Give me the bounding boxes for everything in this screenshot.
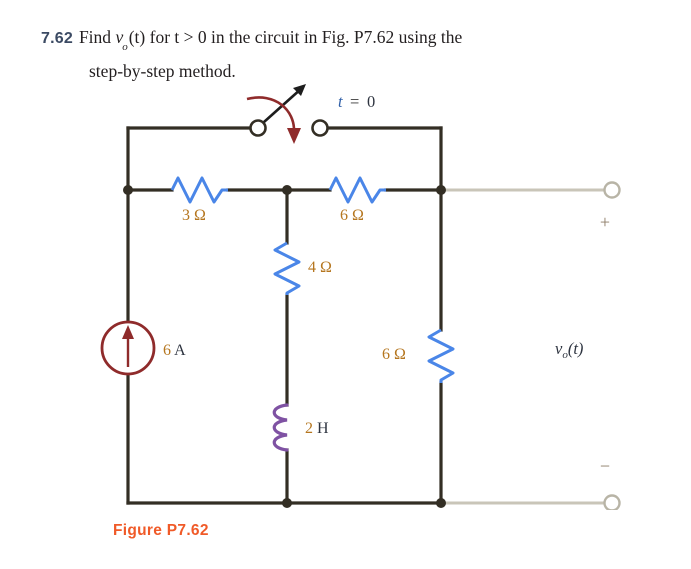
inductor-2-h-symbol (272, 403, 289, 452)
switch-label-t: t (338, 92, 343, 111)
figure-caption: Figure P7.62 (113, 522, 209, 539)
switch-label-equals: = (350, 92, 359, 111)
output-terminal-bottom (603, 494, 621, 510)
output-terminal-top (603, 181, 621, 199)
inductor-2-h: 2 H (272, 403, 329, 452)
resistor-4-ohm: 4 Ω (273, 241, 332, 295)
node-right-bottom (436, 498, 446, 508)
output-voltage-annotations: + − vo(t) (555, 212, 610, 476)
output-minus-sign: − (600, 456, 610, 476)
output-terminal-wires (441, 181, 621, 510)
circuit-diagram: t = 0 3 Ω 6 Ω 4 Ω 6 Ω 2 H 6 A + − vo(t) (0, 80, 691, 510)
inductor-2-h-label: 2 H (305, 420, 329, 437)
problem-line-1: 7.62 Find vo(t) for t > 0 in the circuit … (41, 24, 641, 58)
node-right-top (436, 185, 446, 195)
node-left-top (123, 185, 133, 195)
resistor-6-ohm-shunt-symbol (427, 328, 455, 383)
output-plus-sign: + (600, 212, 610, 232)
switch-label-zero: 0 (367, 92, 375, 111)
resistor-4-ohm-symbol (273, 241, 301, 295)
switch-blade-icon (263, 84, 306, 123)
resistor-6-ohm-series-label: 6 Ω (340, 207, 364, 224)
switch-contact-left (249, 119, 267, 137)
problem-variable-subscript: o (122, 40, 128, 53)
resistor-3-ohm-label: 3 Ω (182, 207, 206, 224)
switch-t0[interactable]: t = 0 (246, 84, 375, 144)
resistor-6-ohm-series: 6 Ω (328, 176, 386, 224)
resistor-3-ohm-symbol (170, 176, 228, 204)
problem-statement: 7.62 Find vo(t) for t > 0 in the circuit … (41, 24, 641, 84)
problem-text-mid: (t) for t > 0 in the circuit in Fig. P7.… (128, 27, 463, 47)
problem-number: 7.62 (41, 30, 73, 47)
output-voltage-label: vo(t) (555, 339, 583, 361)
resistor-6-ohm-series-symbol (328, 176, 386, 204)
node-middle-top (282, 185, 292, 195)
resistor-6-ohm-shunt: 6 Ω (382, 328, 455, 383)
current-source-6a: 6 A (100, 320, 186, 376)
switch-contact-right (311, 119, 329, 137)
resistor-4-ohm-label: 4 Ω (308, 259, 332, 276)
resistor-3-ohm: 3 Ω (170, 176, 228, 224)
current-source-label: 6 A (163, 342, 186, 359)
page-root: 7.62 Find vo(t) for t > 0 in the circuit … (0, 0, 691, 569)
node-middle-bottom (282, 498, 292, 508)
resistor-6-ohm-shunt-label: 6 Ω (382, 346, 406, 363)
problem-text-pre: Find (78, 27, 116, 47)
